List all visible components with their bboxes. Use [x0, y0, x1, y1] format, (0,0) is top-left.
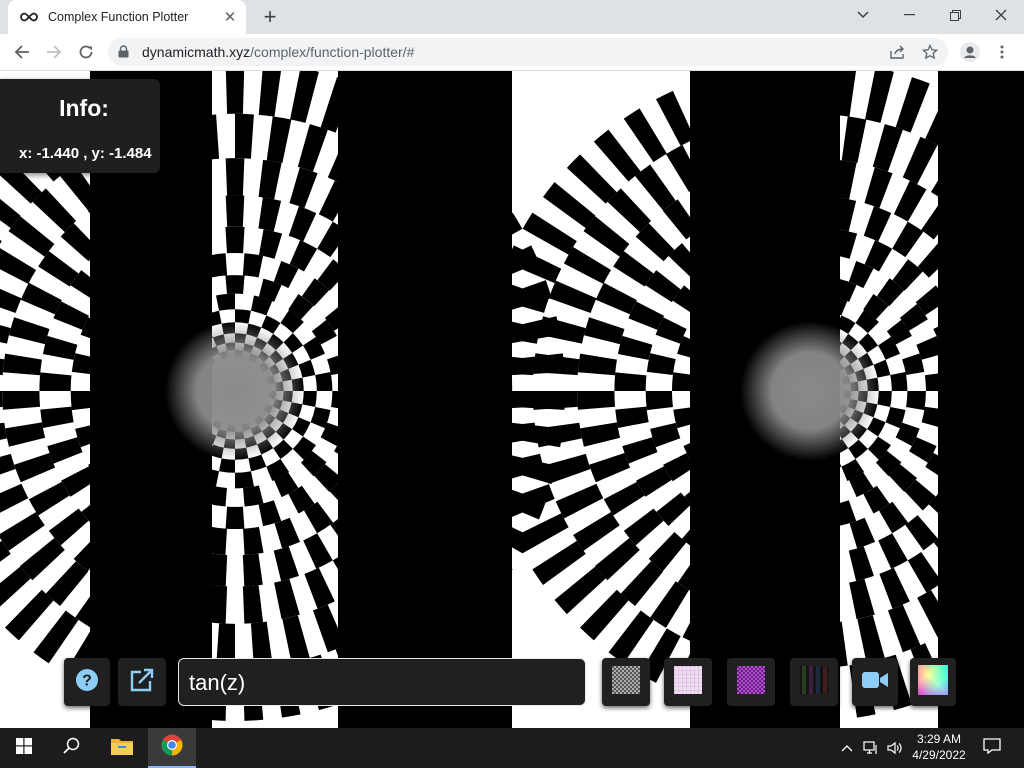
address-bar[interactable]: dynamicmath.xyz/complex/function-plotter…	[108, 38, 948, 66]
close-window-button[interactable]	[978, 0, 1024, 30]
question-circle-icon: ?	[75, 668, 99, 697]
help-button[interactable]: ?	[64, 658, 110, 706]
browser-tab[interactable]: Complex Function Plotter ✕	[8, 0, 246, 34]
notification-icon	[983, 737, 1001, 759]
menu-kebab-icon[interactable]	[988, 38, 1016, 66]
color-wheel-icon	[918, 664, 948, 700]
file-explorer-button[interactable]	[98, 728, 146, 768]
function-input[interactable]	[187, 667, 571, 699]
purple-texture-icon	[737, 665, 765, 699]
forward-arrow-icon[interactable]	[40, 38, 68, 66]
camera-button[interactable]	[852, 658, 898, 706]
profile-avatar-icon[interactable]	[956, 38, 984, 66]
info-title: Info:	[59, 95, 109, 121]
reload-icon[interactable]	[72, 38, 100, 66]
open-external-button[interactable]	[118, 658, 166, 706]
folder-icon	[111, 737, 133, 760]
texture-dark-button[interactable]	[790, 658, 838, 706]
browser-tab-strip: Complex Function Plotter ✕ +	[0, 0, 1024, 34]
bookmark-star-icon[interactable]	[916, 38, 944, 66]
minimize-button[interactable]	[886, 0, 932, 30]
function-input-box[interactable]	[178, 658, 586, 706]
back-arrow-icon[interactable]	[8, 38, 36, 66]
notifications-button[interactable]	[968, 728, 1016, 768]
texture-purple-button[interactable]	[727, 658, 775, 706]
clock-date: 4/29/2022	[912, 748, 966, 762]
share-icon[interactable]	[884, 38, 912, 66]
color-wheel-button[interactable]	[910, 658, 956, 706]
external-link-icon	[129, 668, 155, 697]
infinity-icon	[20, 11, 38, 23]
texture-grid-pink-button[interactable]	[664, 658, 712, 706]
texture-checker-gray-button[interactable]	[602, 658, 650, 706]
volume-icon[interactable]	[882, 728, 908, 768]
new-tab-button[interactable]: +	[258, 4, 282, 29]
info-panel: Info: x: -1.440 , y: -1.484	[0, 79, 160, 173]
clock-time: 3:29 AM	[916, 732, 962, 746]
network-icon[interactable]	[858, 728, 884, 768]
url-path: /complex/function-plotter/#	[250, 44, 415, 60]
dark-texture-icon	[800, 665, 828, 699]
url-text: dynamicmath.xyz/complex/function-plotter…	[142, 44, 414, 60]
windows-taskbar: 3:29 AM 4/29/2022	[0, 728, 1024, 768]
search-taskbar-button[interactable]	[48, 728, 96, 768]
tab-search-chevron-icon[interactable]	[840, 0, 886, 30]
checker-texture-icon	[612, 665, 640, 699]
tab-title: Complex Function Plotter	[48, 10, 189, 24]
restore-button[interactable]	[932, 0, 978, 30]
cursor-coordinates: x: -1.440 , y: -1.484	[19, 145, 152, 162]
chrome-icon	[161, 734, 183, 761]
windows-logo-icon	[16, 737, 32, 759]
taskbar-clock[interactable]: 3:29 AM 4/29/2022	[908, 731, 970, 763]
start-button[interactable]	[0, 728, 48, 768]
lock-icon[interactable]	[118, 45, 129, 63]
show-hidden-icons-chevron-icon[interactable]	[834, 728, 860, 768]
tab-close-icon[interactable]: ✕	[220, 7, 240, 27]
browser-toolbar: dynamicmath.xyz/complex/function-plotter…	[0, 34, 1024, 71]
video-camera-icon	[862, 671, 888, 694]
url-host: dynamicmath.xyz	[142, 44, 251, 60]
search-icon	[63, 737, 81, 760]
chrome-taskbar-button[interactable]	[148, 728, 196, 768]
grid-texture-icon	[674, 665, 702, 699]
svg-text:?: ?	[82, 672, 92, 689]
